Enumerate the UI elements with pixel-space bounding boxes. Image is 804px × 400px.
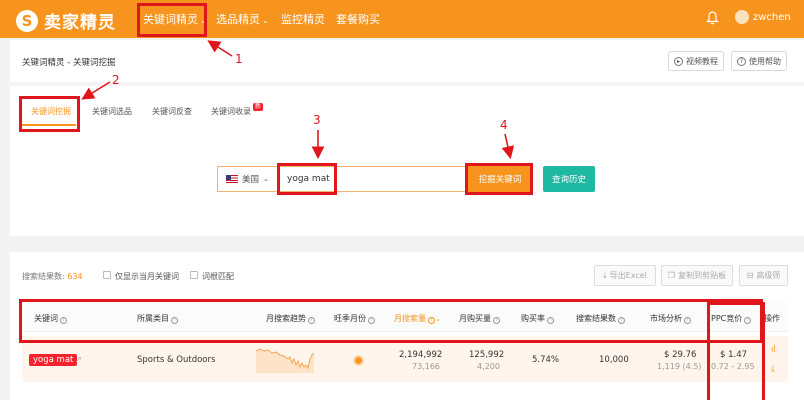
chevron-down-icon: ⌄ — [263, 175, 269, 183]
keyword-tag[interactable]: yoga mat — [29, 354, 78, 366]
col-search-results[interactable]: 搜索结果数? — [576, 313, 625, 324]
market-sub: 1,119 (4.5) — [657, 362, 702, 371]
logo[interactable]: S 卖家精灵 — [16, 8, 116, 33]
sort-desc-icon: ⌄ — [435, 315, 441, 323]
bell-icon[interactable] — [706, 11, 719, 25]
filter-icon: ⊟ — [746, 271, 754, 280]
download-icon[interactable]: ⤓ — [771, 364, 775, 374]
copy-icon: ❐ — [667, 271, 676, 280]
tab-keyword-index[interactable]: 关键词收录 — [211, 106, 251, 117]
help-icon: ? — [308, 317, 315, 324]
peak-month-dot[interactable] — [355, 357, 362, 364]
nav-product-genie[interactable]: 选品精灵 ⌄ — [216, 11, 269, 27]
top-navbar — [0, 0, 804, 38]
tab-keyword-dig[interactable]: 关键词挖掘 — [31, 106, 71, 117]
ppc-range: 0.72 - 2.95 — [711, 362, 755, 371]
help-icon: ? — [737, 56, 746, 66]
video-tutorial-button[interactable]: ▸ 视频教程 — [668, 51, 724, 71]
col-purchase-rate[interactable]: 购买率? — [521, 313, 554, 324]
chart-icon[interactable]: ıl — [771, 345, 776, 355]
us-flag-icon — [226, 175, 238, 183]
purchase-rate: 5.74% — [532, 355, 560, 365]
col-peak-month[interactable]: 旺季月份? — [334, 313, 375, 324]
query-history-button[interactable]: 查询历史 — [543, 166, 595, 192]
help-icon: ? — [618, 317, 625, 324]
help-icon: ? — [744, 317, 752, 324]
monthly-only-label: 仅显示当月关键词 — [115, 272, 179, 281]
monthly-only-checkbox[interactable] — [103, 271, 111, 279]
root-match-label: 词根匹配 — [202, 272, 234, 281]
purchases-daily: 4,200 — [477, 362, 500, 371]
avatar[interactable] — [735, 10, 749, 24]
copy-clipboard-button[interactable]: ❐ 复制到剪贴板 — [661, 265, 733, 286]
col-keyword[interactable]: 关键词? — [34, 313, 67, 324]
logo-icon: S — [16, 9, 38, 32]
search-volume-daily: 73,166 — [412, 362, 440, 371]
advanced-filter-button[interactable]: ⊟ 高级筛 — [739, 265, 788, 286]
chevron-down-icon: ⌄ — [262, 16, 269, 25]
new-badge: 新 — [253, 103, 264, 111]
brand-name: 卖家精灵 — [44, 13, 116, 33]
download-icon: ⤓ — [603, 270, 607, 280]
market-price: $ 29.76 — [664, 350, 697, 360]
nav-keyword-genie[interactable]: 关键词精灵 ⌄ — [143, 11, 207, 27]
play-icon: ▸ — [674, 56, 683, 66]
user-name[interactable]: zwchen — [753, 12, 791, 23]
help-icon: ? — [493, 317, 500, 324]
active-tab-indicator — [22, 124, 76, 126]
help-icon: ? — [171, 317, 178, 324]
tab-keyword-product[interactable]: 关键词选品 — [92, 106, 132, 117]
tab-keyword-reverse[interactable]: 关键词反查 — [152, 106, 192, 117]
ppc-price: $ 1.47 — [720, 350, 748, 360]
export-excel-button[interactable]: ⤓ 导出Excel — [594, 265, 656, 286]
annotation-number-1: 1 — [235, 52, 243, 66]
category-cell: Sports & Outdoors — [137, 355, 216, 365]
help-icon: ? — [684, 317, 691, 324]
country-select[interactable]: 美国 ⌄ — [217, 166, 277, 192]
result-count: 搜索结果数: 634 — [22, 272, 83, 281]
col-category[interactable]: 所属类目? — [137, 313, 178, 324]
col-monthly-search[interactable]: 月搜索量? ⌄ — [394, 313, 441, 324]
annotation-number-3: 3 — [313, 113, 321, 127]
col-monthly-purchases[interactable]: 月购买量? — [459, 313, 500, 324]
col-ppc-bid[interactable]: PPC竞价? — [711, 313, 752, 324]
annotation-number-2: 2 — [112, 73, 120, 87]
help-icon: ? — [428, 317, 435, 324]
root-match-checkbox[interactable] — [190, 271, 198, 279]
col-actions: 操作 — [764, 314, 780, 323]
help-button[interactable]: ? 使用帮助 — [731, 51, 787, 71]
help-icon: ? — [60, 317, 67, 324]
nav-plan-purchase[interactable]: 套餐购买 — [336, 11, 380, 27]
annotation-number-4: 4 — [500, 118, 508, 132]
col-monthly-trend[interactable]: 月搜索趋势? — [266, 313, 315, 324]
chevron-down-icon: ⌄ — [200, 16, 207, 25]
external-link-icon[interactable]: ↗ — [75, 355, 82, 365]
trend-sparkline[interactable] — [256, 345, 314, 373]
help-icon: ? — [368, 317, 375, 324]
dig-keywords-button[interactable]: 挖掘关键词 — [467, 166, 533, 192]
search-volume: 2,194,992 — [399, 350, 443, 360]
help-icon: ? — [547, 317, 554, 324]
col-market-analysis[interactable]: 市场分析? — [650, 313, 691, 324]
nav-monitor-genie[interactable]: 监控精灵 — [281, 11, 325, 27]
keyword-input[interactable]: yoga mat — [277, 166, 467, 192]
breadcrumb: 关键词精灵 - 关键词挖掘 — [22, 58, 116, 68]
search-results: 10,000 — [599, 355, 629, 365]
purchases: 125,992 — [469, 350, 505, 360]
